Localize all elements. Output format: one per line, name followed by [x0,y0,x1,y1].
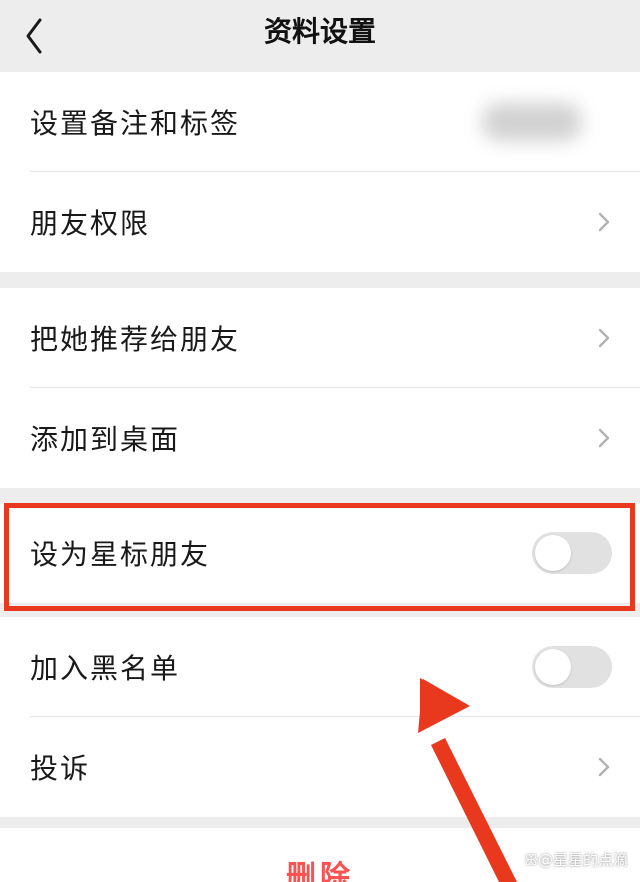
row-remark-and-tags[interactable]: 设置备注和标签 [0,72,640,172]
row-label-add-to-blacklist: 加入黑名单 [30,652,181,685]
star-friend-toggle[interactable] [532,532,612,574]
row-label-remark-and-tags: 设置备注和标签 [30,107,241,140]
settings-group-share: 把她推荐给朋友 添加到桌面 [0,288,640,488]
row-complain[interactable]: 投诉 [0,717,640,817]
toggle-knob [535,535,571,571]
row-set-star-friend: 设为星标朋友 [0,503,640,603]
chevron-right-icon [598,428,610,448]
row-label-complain: 投诉 [30,752,91,785]
row-label-set-star-friend: 设为星标朋友 [30,538,211,571]
row-add-to-blacklist: 加入黑名单 [0,617,640,717]
row-label-add-to-desktop: 添加到桌面 [30,423,181,456]
chevron-right-icon [598,212,610,232]
settings-group-star: 设为星标朋友 [0,503,640,603]
settings-group-block: 加入黑名单 投诉 [0,617,640,817]
chevron-right-icon [598,328,610,348]
chevron-right-icon [598,757,610,777]
toggle-knob [535,649,571,685]
settings-group-remark: 设置备注和标签 朋友权限 [0,72,640,272]
row-recommend-to-friend[interactable]: 把她推荐给朋友 [0,288,640,388]
blurred-remark-value [482,103,582,141]
row-add-to-desktop[interactable]: 添加到桌面 [0,388,640,488]
nav-bar: 资料设置 [0,0,640,72]
blacklist-toggle[interactable] [532,646,612,688]
watermark: ꕥ@星星的点滴 [524,851,628,869]
row-label-recommend-to-friend: 把她推荐给朋友 [30,323,241,356]
row-friend-permissions[interactable]: 朋友权限 [0,172,640,272]
page-title: 资料设置 [263,15,376,48]
row-label-friend-permissions: 朋友权限 [30,207,151,240]
